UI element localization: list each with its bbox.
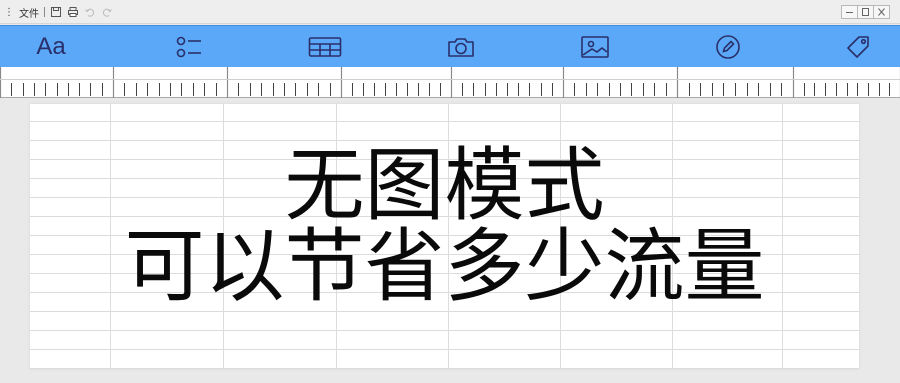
save-icon[interactable] <box>50 6 62 18</box>
document-page[interactable]: 无图模式 可以节省多少流量 <box>30 104 859 369</box>
minimize-button[interactable] <box>841 5 858 19</box>
headline: 无图模式 可以节省多少流量 <box>30 104 859 369</box>
window-controls <box>841 5 890 19</box>
font-icon[interactable]: Aa <box>31 26 71 68</box>
camera-icon[interactable] <box>441 26 481 68</box>
undo-icon[interactable] <box>84 6 96 18</box>
image-icon[interactable] <box>575 26 615 68</box>
headline-line-2: 可以节省多少流量 <box>124 220 765 313</box>
file-menu[interactable]: 文件 <box>19 5 39 20</box>
close-button[interactable] <box>873 5 890 19</box>
tag-icon[interactable] <box>838 26 878 68</box>
toolbar: Aa <box>0 25 900 67</box>
title-bar: ⋮ 文件 <box>0 0 900 24</box>
menu-area: ⋮ 文件 <box>4 5 113 20</box>
list-icon[interactable] <box>168 26 208 68</box>
print-icon[interactable] <box>67 6 79 18</box>
menu-icon[interactable]: ⋮ <box>4 7 14 18</box>
headline-line-1: 无图模式 <box>284 139 605 232</box>
font-tool-label: Aa <box>36 33 66 60</box>
redo-icon[interactable] <box>101 6 113 18</box>
edit-icon[interactable] <box>708 26 748 68</box>
table-icon[interactable] <box>305 26 345 68</box>
maximize-button[interactable] <box>857 5 874 19</box>
separator <box>44 7 45 17</box>
ruler <box>0 67 900 98</box>
